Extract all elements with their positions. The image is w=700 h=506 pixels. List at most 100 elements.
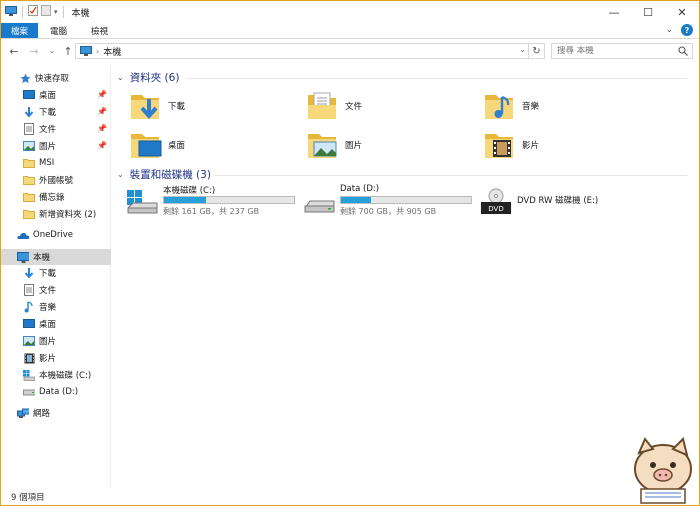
group-divider — [215, 175, 687, 176]
network-icon — [17, 407, 29, 419]
tab-computer[interactable]: 電腦 — [38, 23, 79, 38]
dvd-drive-icon: DVD — [479, 188, 513, 216]
minimize-button[interactable]: — — [597, 1, 631, 23]
forward-icon[interactable]: → — [27, 45, 41, 58]
expand-ribbon-icon[interactable]: ⌄ — [665, 25, 673, 35]
drive-usage-bar — [163, 196, 295, 204]
chevron-down-icon[interactable]: ⌄ — [117, 170, 124, 179]
folder-tile-pictures[interactable]: 圖片 — [306, 128, 466, 162]
address-bar[interactable]: › 本機 ⌄ ↻ — [75, 43, 545, 59]
breadcrumb-separator-icon[interactable]: › — [96, 47, 99, 56]
folder-label: 圖片 — [345, 141, 363, 151]
group-divider — [187, 78, 687, 79]
drive-space-info: 剩餘 161 GB，共 237 GB — [163, 207, 260, 216]
sidebar-item-label: MSI — [39, 158, 55, 168]
sidebar-item-label: 下載 — [39, 269, 57, 279]
sidebar-item-label: 影片 — [39, 354, 57, 364]
quick-access-toolbar: ▾ — [1, 5, 66, 19]
drive-tile-c[interactable]: 本機磁碟 (C:) 剩餘 161 GB，共 237 GB — [125, 184, 300, 218]
pin-icon[interactable]: 📌 — [97, 107, 107, 116]
folders-group-header[interactable]: ⌄ 資料夾 (6) — [117, 70, 687, 85]
navigation-pane: 快速存取 桌面 📌 下載 📌 文件 📌 圖片 📌 MSI 外國帳號 備忘錄 新增… — [1, 65, 111, 489]
picture-icon — [23, 140, 35, 152]
music-icon — [23, 301, 35, 313]
chevron-down-icon[interactable]: ⌄ — [117, 73, 124, 82]
sidebar-item-drive-d[interactable]: Data (D:) — [1, 384, 111, 400]
sidebar-item-pictures[interactable]: 圖片 📌 — [1, 138, 111, 154]
sidebar-item-documents[interactable]: 文件 📌 — [1, 121, 111, 137]
pig-mascot-watermark — [634, 437, 692, 504]
search-input[interactable] — [557, 46, 675, 56]
devices-group-header[interactable]: ⌄ 裝置和磁碟機 (3) — [117, 167, 687, 182]
windows-drive-icon — [125, 188, 159, 216]
folder-tile-downloads[interactable]: 下載 — [129, 89, 289, 123]
folder-tile-desktop[interactable]: 桌面 — [129, 128, 289, 162]
recent-locations-icon[interactable]: ⌄ — [45, 47, 59, 55]
sidebar-item-onedrive[interactable]: OneDrive — [1, 227, 111, 243]
sidebar-item-memo[interactable]: 備忘錄 — [1, 189, 111, 205]
sidebar-item-pc-music[interactable]: 音樂 — [1, 299, 111, 315]
sidebar-item-network[interactable]: 網路 — [1, 405, 111, 421]
address-history-icon[interactable]: ⌄ — [519, 45, 526, 54]
sidebar-item-label: 新增資料夾 (2) — [39, 210, 97, 220]
drive-tile-d[interactable]: Data (D:) 剩餘 700 GB，共 905 GB — [302, 184, 477, 218]
properties-icon[interactable] — [28, 5, 38, 19]
sidebar-item-quick-access[interactable]: 快速存取 — [1, 70, 111, 86]
sidebar-item-pc-documents[interactable]: 文件 — [1, 282, 111, 298]
up-icon[interactable]: ↑ — [61, 45, 75, 58]
dvd-badge: DVD — [488, 205, 503, 213]
refresh-icon[interactable]: ↻ — [528, 43, 544, 59]
music-folder-icon — [483, 89, 517, 123]
picture-folder-icon — [306, 128, 340, 162]
document-folder-icon — [306, 89, 340, 123]
sidebar-item-label: 圖片 — [39, 337, 57, 347]
breadcrumb[interactable]: 本機 — [103, 45, 121, 58]
new-folder-icon[interactable] — [41, 5, 51, 19]
folder-icon — [23, 208, 35, 220]
search-icon — [678, 46, 688, 59]
desktop-icon — [23, 89, 35, 101]
tab-file[interactable]: 檔案 — [1, 23, 39, 38]
folder-tile-music[interactable]: 音樂 — [483, 89, 643, 123]
sidebar-item-desktop[interactable]: 桌面 📌 — [1, 87, 111, 103]
folder-label: 桌面 — [168, 141, 186, 151]
sidebar-item-pc-videos[interactable]: 影片 — [1, 350, 111, 366]
help-icon[interactable]: ? — [681, 24, 693, 36]
back-icon[interactable]: ← — [7, 45, 21, 58]
sidebar-item-pc-desktop[interactable]: 桌面 — [1, 316, 111, 332]
maximize-button[interactable]: ☐ — [631, 1, 665, 23]
sidebar-item-pc-downloads[interactable]: 下載 — [1, 265, 111, 281]
sidebar-item-this-pc[interactable]: 本機 — [1, 249, 111, 265]
drive-tile-dvd[interactable]: DVD DVD RW 磁碟機 (E:) — [479, 184, 654, 218]
pin-icon[interactable]: 📌 — [97, 124, 107, 133]
sidebar-item-foreign-accounts[interactable]: 外國帳號 — [1, 172, 111, 188]
sidebar-item-label: 本機 — [33, 253, 51, 263]
computer-icon[interactable] — [5, 5, 17, 19]
folder-tile-videos[interactable]: 影片 — [483, 128, 643, 162]
sidebar-item-label: 網路 — [33, 409, 51, 419]
customize-qat-icon[interactable]: ▾ — [54, 8, 58, 16]
sidebar-item-msi[interactable]: MSI — [1, 155, 111, 171]
close-button[interactable]: ✕ — [665, 1, 699, 23]
sidebar-item-drive-c[interactable]: 本機磁碟 (C:) — [1, 367, 111, 383]
item-count: 9 個項目 — [11, 493, 45, 503]
drive-label: DVD RW 磁碟機 (E:) — [517, 196, 599, 206]
pin-icon[interactable]: 📌 — [97, 90, 107, 99]
tab-view[interactable]: 檢視 — [79, 23, 120, 38]
window-title: 本機 — [71, 8, 90, 19]
pin-icon[interactable]: 📌 — [97, 141, 107, 150]
drive-space-info: 剩餘 700 GB，共 905 GB — [340, 207, 437, 216]
sidebar-item-downloads[interactable]: 下載 📌 — [1, 104, 111, 120]
sidebar-item-label: OneDrive — [33, 230, 73, 240]
folder-label: 音樂 — [522, 102, 540, 112]
drive-usage-bar — [340, 196, 472, 204]
video-icon — [23, 352, 35, 364]
folder-tile-documents[interactable]: 文件 — [306, 89, 466, 123]
search-box[interactable] — [551, 43, 693, 59]
drive-label: 本機磁碟 (C:) — [163, 186, 216, 196]
sidebar-item-pc-pictures[interactable]: 圖片 — [1, 333, 111, 349]
sidebar-item-new-folder-2[interactable]: 新增資料夾 (2) — [1, 206, 111, 222]
title-bar: ▾ 本機 — ☐ ✕ — [1, 1, 699, 23]
sidebar-item-label: 桌面 — [39, 91, 57, 101]
desktop-icon — [23, 318, 35, 330]
